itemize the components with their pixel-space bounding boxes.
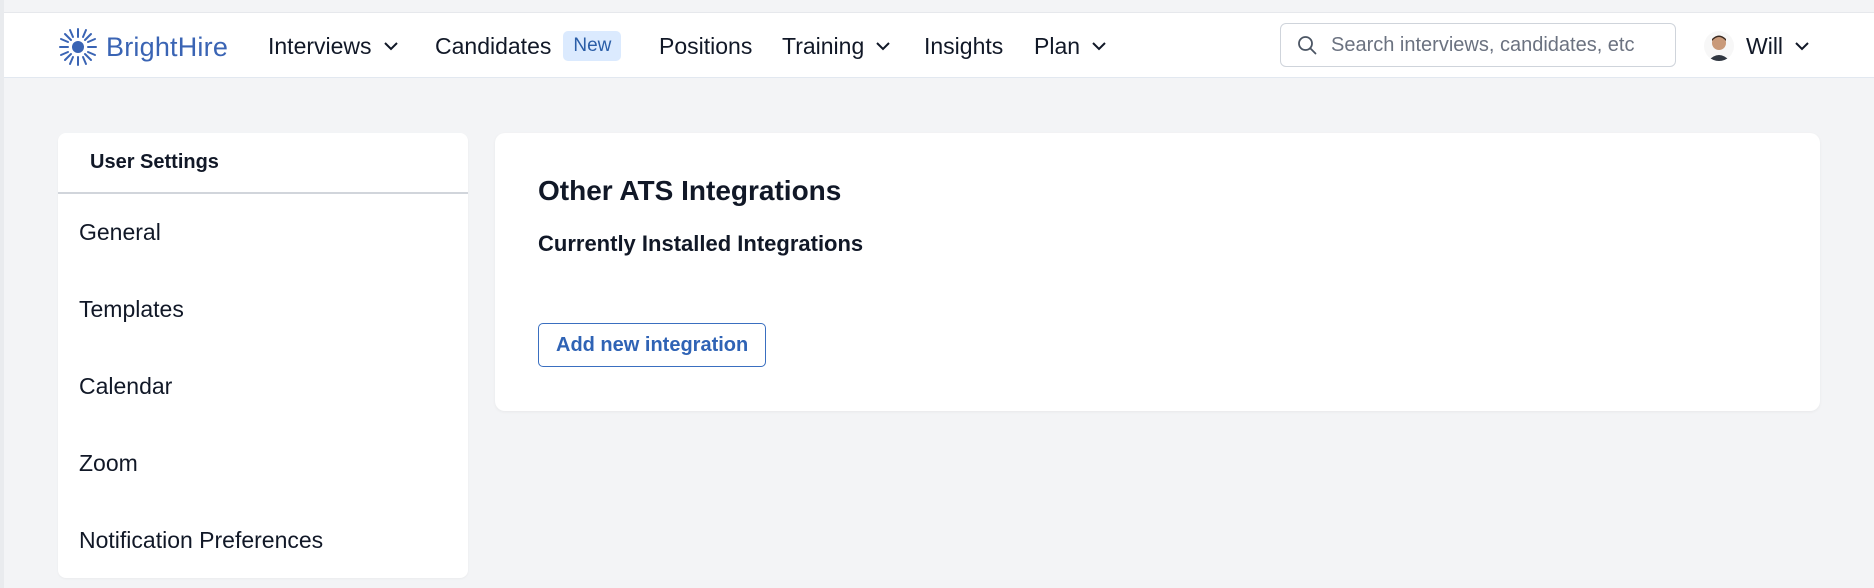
nav-interviews-label: Interviews xyxy=(268,32,372,59)
brighthire-logo[interactable]: BrightHire xyxy=(58,25,228,69)
add-integration-button[interactable]: Add new integration xyxy=(538,323,767,367)
nav-plan[interactable]: Plan xyxy=(1034,29,1106,63)
chevron-down-icon xyxy=(383,41,398,51)
user-name: Will xyxy=(1746,32,1784,59)
chevron-down-icon xyxy=(1092,41,1106,51)
chevron-down-icon xyxy=(876,41,890,51)
chevron-down-icon xyxy=(1795,41,1809,51)
brand-name: BrightHire xyxy=(106,31,229,62)
sidebar-item-zoom[interactable]: Zoom xyxy=(58,425,468,502)
sidebar-title: User Settings xyxy=(58,133,468,194)
global-search[interactable] xyxy=(1280,23,1676,67)
nav-insights-label: Insights xyxy=(924,32,1004,59)
sidebar-item-general[interactable]: General xyxy=(58,194,468,271)
user-menu[interactable]: Will xyxy=(1704,27,1809,65)
search-icon xyxy=(1298,36,1317,55)
sidebar-item-templates[interactable]: Templates xyxy=(58,271,468,348)
sidebar-item-notification-preferences[interactable]: Notification Preferences xyxy=(58,502,468,579)
nav-candidates-label: Candidates xyxy=(435,32,552,59)
nav-training[interactable]: Training xyxy=(782,29,890,63)
ats-integrations-card: Other ATS Integrations Currently Install… xyxy=(495,133,1820,411)
top-navbar: BrightHire Interviews Candidates New Pos… xyxy=(4,12,1874,78)
page-title: Other ATS Integrations xyxy=(538,175,842,206)
sunburst-logo-icon xyxy=(59,28,97,66)
nav-candidates[interactable]: Candidates New xyxy=(435,29,622,63)
nav-positions[interactable]: Positions xyxy=(659,29,752,63)
section-title: Currently Installed Integrations xyxy=(538,231,864,256)
user-settings-sidebar: User Settings General Templates Calendar… xyxy=(58,133,468,578)
new-badge: New xyxy=(563,31,622,61)
window-edge xyxy=(0,0,4,588)
sidebar-item-calendar[interactable]: Calendar xyxy=(58,348,468,425)
avatar xyxy=(1704,31,1734,61)
nav-interviews[interactable]: Interviews xyxy=(268,29,398,63)
nav-plan-label: Plan xyxy=(1034,32,1081,59)
nav-insights[interactable]: Insights xyxy=(924,29,1003,63)
nav-training-label: Training xyxy=(782,32,865,59)
search-input[interactable] xyxy=(1329,32,1649,58)
nav-positions-label: Positions xyxy=(659,32,753,59)
